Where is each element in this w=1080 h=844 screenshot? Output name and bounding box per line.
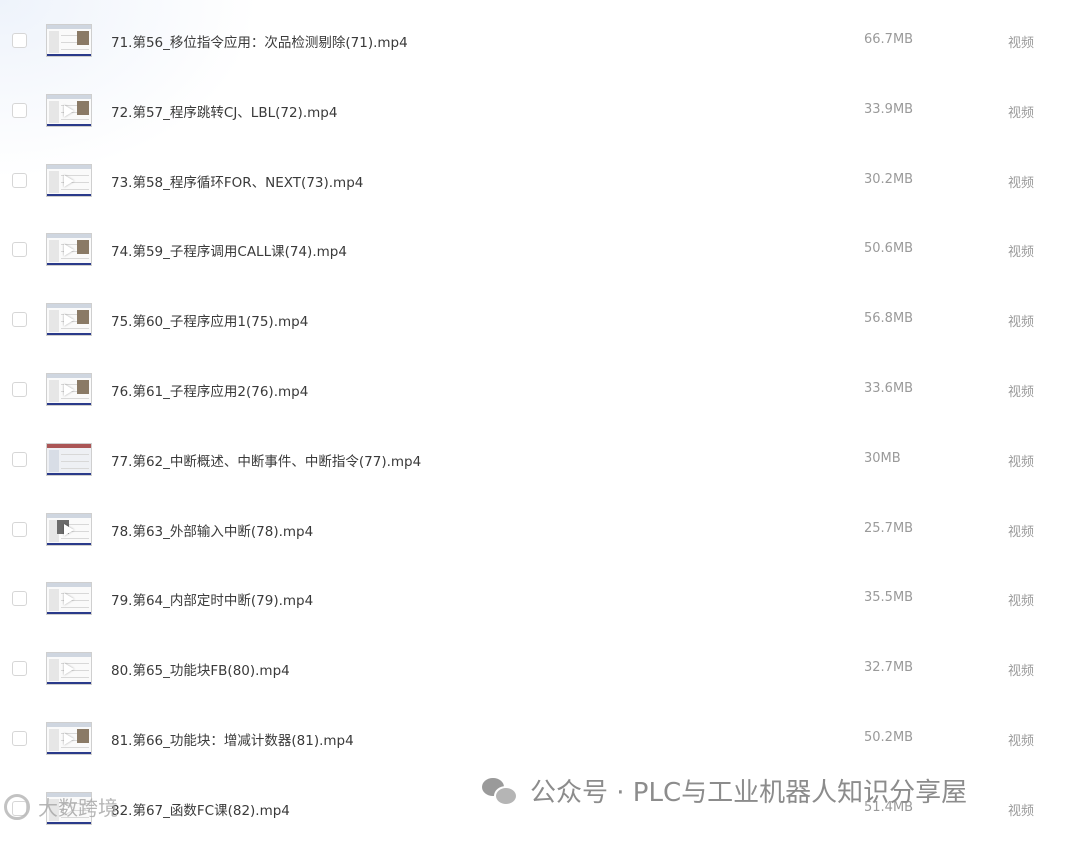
- video-thumbnail[interactable]: [46, 582, 92, 616]
- file-row[interactable]: 78.第63_外部输入中断(78).mp4 25.7MB 视频: [0, 495, 1080, 565]
- row-checkbox[interactable]: [12, 521, 27, 537]
- file-row[interactable]: 74.第59_子程序调用CALL课(74).mp4 50.6MB 视频: [0, 215, 1080, 285]
- play-icon: [64, 314, 74, 327]
- file-size: 56.8MB: [864, 311, 914, 327]
- video-thumbnail[interactable]: [46, 24, 92, 57]
- row-checkbox[interactable]: [12, 381, 27, 397]
- file-name[interactable]: 71.第56_移位指令应用：次品检测剔除(71).mp4: [111, 31, 408, 51]
- video-thumbnail[interactable]: [46, 163, 92, 197]
- video-thumbnail[interactable]: [46, 303, 92, 337]
- file-name[interactable]: 73.第58_程序循环FOR、NEXT(73).mp4: [111, 171, 363, 191]
- play-icon: [64, 732, 74, 745]
- play-icon: [64, 244, 74, 257]
- file-size: 35.5MB: [864, 590, 914, 606]
- video-thumbnail[interactable]: [46, 233, 92, 267]
- file-row[interactable]: 81.第66_功能块：增减计数器(81).mp4 50.2MB 视频: [0, 704, 1080, 774]
- file-type: 视频: [1008, 245, 1035, 261]
- file-size: 25.7MB: [864, 520, 914, 536]
- row-checkbox[interactable]: [12, 730, 27, 746]
- file-size: 33.6MB: [864, 380, 914, 396]
- file-type: 视频: [1008, 105, 1035, 121]
- video-thumbnail[interactable]: [46, 372, 92, 406]
- file-type: 视频: [1008, 803, 1035, 819]
- file-type: 视频: [1008, 733, 1035, 749]
- file-type: 视频: [1008, 524, 1035, 540]
- wechat-icon: [482, 776, 518, 806]
- watermark-text: 公众号 · PLC与工业机器人知识分享屋: [530, 777, 968, 808]
- file-name[interactable]: 80.第65_功能块FB(80).mp4: [111, 659, 290, 679]
- file-row[interactable]: 77.第62_中断概述、中断事件、中断指令(77).mp4 30MB 视频: [0, 425, 1080, 495]
- video-thumbnail[interactable]: [46, 652, 92, 686]
- row-checkbox[interactable]: [12, 172, 27, 188]
- corner-watermark: 大数跨境: [4, 792, 118, 821]
- play-icon: [64, 523, 74, 536]
- file-name[interactable]: 77.第62_中断概述、中断事件、中断指令(77).mp4: [111, 450, 421, 470]
- file-list: 71.第56_移位指令应用：次品检测剔除(71).mp4 66.7MB 视频 7…: [0, 6, 1080, 844]
- file-row[interactable]: 72.第57_程序跳转CJ、LBL(72).mp4 33.9MB 视频: [0, 76, 1080, 146]
- file-name[interactable]: 78.第63_外部输入中断(78).mp4: [111, 520, 313, 540]
- row-checkbox[interactable]: [12, 312, 27, 328]
- file-row[interactable]: 73.第58_程序循环FOR、NEXT(73).mp4 30.2MB 视频: [0, 146, 1080, 216]
- row-checkbox[interactable]: [12, 33, 27, 48]
- file-name[interactable]: 76.第61_子程序应用2(76).mp4: [111, 380, 308, 400]
- file-type: 视频: [1008, 315, 1035, 331]
- file-size: 66.7MB: [864, 32, 914, 47]
- video-thumbnail[interactable]: [46, 93, 92, 127]
- file-size: 32.7MB: [864, 660, 914, 676]
- file-type: 视频: [1008, 664, 1035, 680]
- file-type: 视频: [1008, 454, 1035, 470]
- play-icon: [64, 104, 74, 117]
- file-type: 视频: [1008, 36, 1035, 51]
- play-icon: [64, 593, 74, 606]
- video-thumbnail[interactable]: [46, 442, 92, 476]
- file-size: 33.9MB: [864, 101, 914, 117]
- row-checkbox[interactable]: [12, 451, 27, 467]
- file-row[interactable]: 79.第64_内部定时中断(79).mp4 35.5MB 视频: [0, 564, 1080, 634]
- play-icon: [64, 174, 74, 187]
- file-name[interactable]: 72.第57_程序跳转CJ、LBL(72).mp4: [111, 101, 337, 121]
- play-icon: [64, 383, 74, 396]
- file-size: 30.2MB: [864, 171, 914, 187]
- play-icon: [64, 663, 74, 676]
- file-row[interactable]: 75.第60_子程序应用1(75).mp4 56.8MB 视频: [0, 285, 1080, 355]
- file-row[interactable]: 80.第65_功能块FB(80).mp4 32.7MB 视频: [0, 634, 1080, 704]
- file-size: 50.2MB: [864, 729, 914, 745]
- row-checkbox[interactable]: [12, 661, 27, 677]
- row-checkbox[interactable]: [12, 242, 27, 258]
- file-name[interactable]: 79.第64_内部定时中断(79).mp4: [111, 589, 313, 609]
- watermark: 公众号 · PLC与工业机器人知识分享屋: [482, 770, 967, 810]
- file-size: 30MB: [864, 450, 901, 466]
- row-checkbox[interactable]: [12, 591, 27, 607]
- file-row[interactable]: 71.第56_移位指令应用：次品检测剔除(71).mp4 66.7MB 视频: [0, 6, 1080, 76]
- file-row[interactable]: 76.第61_子程序应用2(76).mp4 33.6MB 视频: [0, 355, 1080, 425]
- file-name[interactable]: 81.第66_功能块：增减计数器(81).mp4: [111, 729, 354, 749]
- file-name[interactable]: 75.第60_子程序应用1(75).mp4: [111, 310, 308, 330]
- file-size: 50.6MB: [864, 241, 914, 257]
- video-thumbnail[interactable]: [46, 512, 92, 546]
- file-name[interactable]: 82.第67_函数FC课(82).mp4: [111, 799, 290, 819]
- video-thumbnail[interactable]: [46, 721, 92, 755]
- row-checkbox[interactable]: [12, 102, 27, 118]
- corner-watermark-text: 大数跨境: [38, 796, 118, 820]
- file-type: 视频: [1008, 175, 1035, 191]
- file-type: 视频: [1008, 594, 1035, 610]
- file-type: 视频: [1008, 384, 1035, 400]
- file-name[interactable]: 74.第59_子程序调用CALL课(74).mp4: [111, 240, 347, 260]
- swirl-logo-icon: [4, 793, 30, 820]
